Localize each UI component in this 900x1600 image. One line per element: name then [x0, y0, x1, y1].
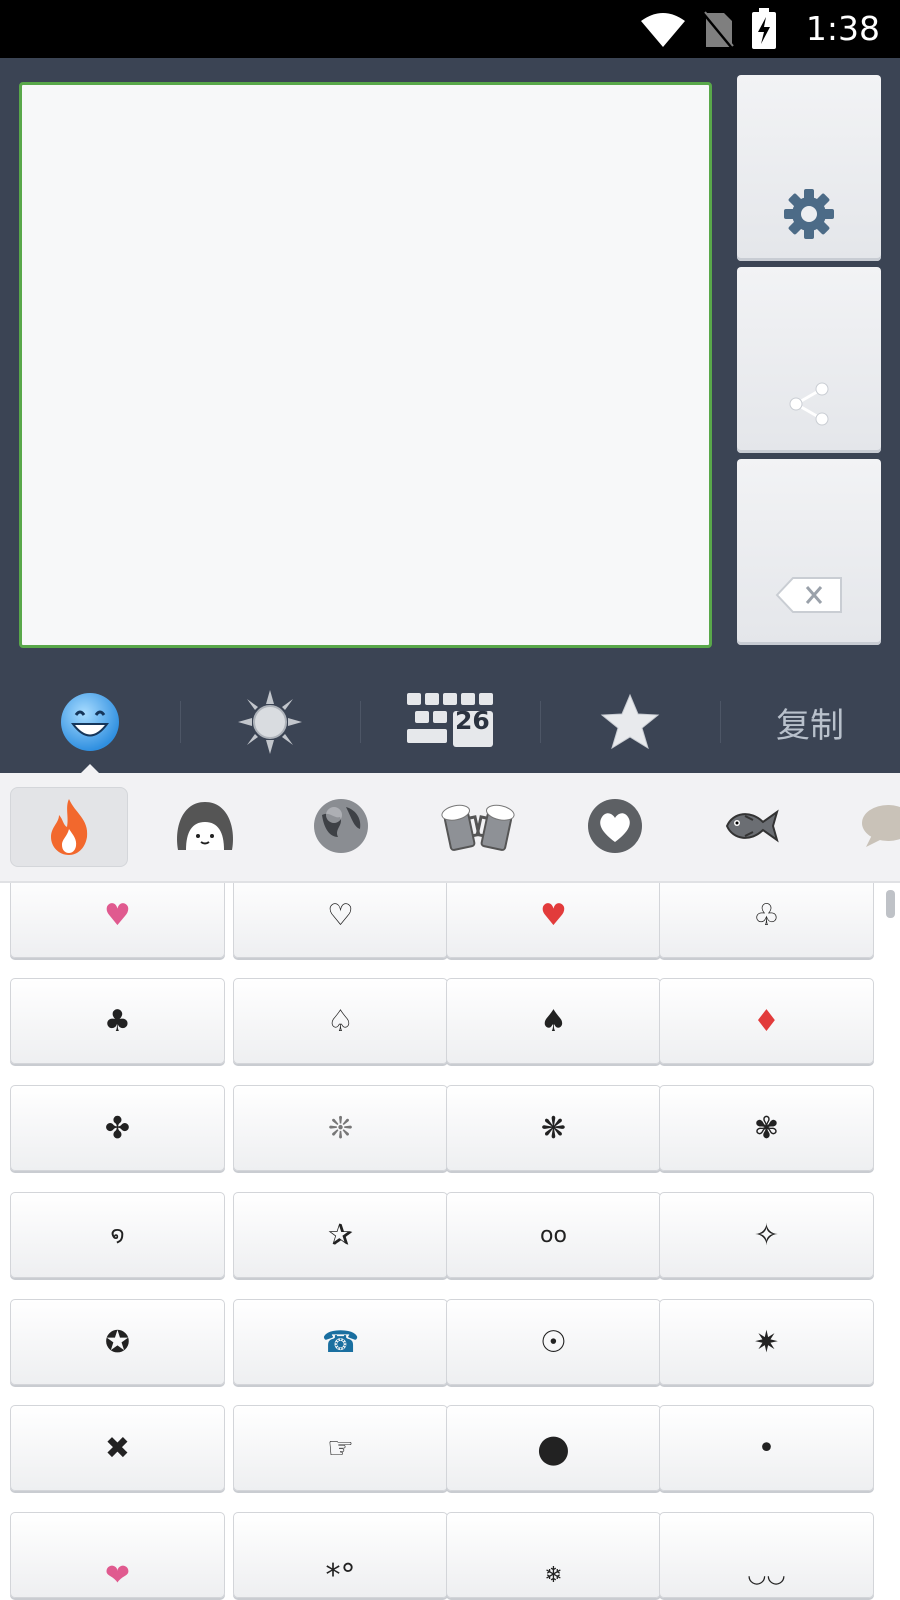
symbol-glyph: ❋	[540, 1110, 567, 1146]
symbol-key[interactable]: ✧	[659, 1192, 874, 1278]
symbol-key[interactable]: ✤	[10, 1085, 225, 1171]
globe-icon	[314, 799, 368, 853]
status-bar: 1:38	[0, 0, 900, 58]
beer-mugs-icon	[441, 804, 515, 851]
symbol-glyph: ♡	[327, 897, 354, 933]
category-strip	[0, 773, 900, 883]
symbol-grid: ♥ ♡ ♥ ♧ ♣ ♤ ♠ ♦ ✤ ❊ ❋ ✾ ໑ ✰ oo ✧ ✪ ☎ ☉ ✷…	[0, 883, 900, 1600]
girl-face-icon	[177, 802, 233, 850]
backspace-icon	[775, 577, 842, 613]
symbol-glyph: ●	[536, 1426, 571, 1470]
no-sim-icon	[702, 11, 734, 49]
symbol-glyph: ✰	[327, 1217, 354, 1253]
gear-icon	[784, 189, 834, 239]
symbol-key[interactable]: ✾	[659, 1085, 874, 1171]
symbol-glyph: ✧	[753, 1217, 780, 1253]
symbol-glyph: oo	[540, 1222, 567, 1248]
symbol-key[interactable]: ✷	[659, 1299, 874, 1385]
symbol-glyph: ♥	[540, 897, 567, 933]
symbol-key[interactable]: ☞	[233, 1405, 448, 1491]
tab-symbols[interactable]	[180, 671, 360, 773]
symbol-key[interactable]: ♣	[10, 978, 225, 1064]
category-kaomoji[interactable]	[147, 787, 263, 865]
symbol-glyph: ໑	[110, 1222, 125, 1248]
symbol-key[interactable]: ✪	[10, 1299, 225, 1385]
category-love[interactable]	[557, 787, 673, 865]
settings-button[interactable]	[737, 75, 881, 261]
heart-ring-icon	[588, 799, 642, 853]
clock: 1:38	[805, 9, 880, 48]
fish-icon	[725, 809, 779, 843]
mode-toolbar: 26 复制	[0, 671, 900, 773]
symbol-key[interactable]: ♠	[446, 978, 661, 1064]
symbol-key[interactable]: oo	[446, 1192, 661, 1278]
symbol-glyph: ◡◡	[747, 1562, 786, 1588]
symbol-glyph: ✖	[104, 1430, 131, 1466]
category-celebration[interactable]	[420, 787, 536, 865]
symbol-key[interactable]: ●	[446, 1405, 661, 1491]
tab-keyboard[interactable]: 26	[360, 671, 540, 773]
symbol-key[interactable]: ♡	[233, 883, 448, 958]
symbol-glyph: *°	[325, 1557, 356, 1593]
category-animals[interactable]	[693, 787, 809, 865]
scrollbar[interactable]	[886, 890, 895, 918]
symbol-glyph: ♤	[327, 1003, 354, 1039]
fire-icon	[51, 799, 88, 855]
symbol-key[interactable]: ☎	[233, 1299, 448, 1385]
symbol-key[interactable]: ☉	[446, 1299, 661, 1385]
symbol-glyph: ✪	[104, 1324, 131, 1360]
category-world[interactable]	[283, 787, 399, 865]
symbol-key[interactable]: ◡◡	[659, 1512, 874, 1598]
symbol-key[interactable]: ✖	[10, 1405, 225, 1491]
tab-favorites[interactable]	[540, 671, 720, 773]
symbol-glyph: ☎	[321, 1324, 360, 1360]
symbol-key[interactable]: ❤	[10, 1512, 225, 1598]
smiley-icon	[61, 693, 119, 751]
battery-charging-icon	[752, 8, 776, 49]
symbol-glyph: ✷	[753, 1324, 780, 1360]
symbol-key[interactable]: ♤	[233, 978, 448, 1064]
symbol-glyph: ❄	[544, 1562, 563, 1588]
symbol-key[interactable]: ♦	[659, 978, 874, 1064]
symbol-glyph: ♣	[104, 1003, 131, 1039]
symbol-key[interactable]: ♥	[10, 883, 225, 958]
speech-bubble-icon	[862, 805, 900, 847]
share-icon	[789, 382, 829, 426]
sun-icon	[238, 690, 302, 754]
symbol-key[interactable]: ❋	[446, 1085, 661, 1171]
symbol-glyph: ☉	[540, 1324, 567, 1360]
copy-button[interactable]: 复制	[720, 671, 900, 773]
symbol-glyph: ✾	[753, 1110, 780, 1146]
category-hot[interactable]	[10, 787, 128, 867]
wifi-icon	[641, 13, 685, 47]
category-chat[interactable]	[830, 787, 900, 865]
symbol-key[interactable]: ✰	[233, 1192, 448, 1278]
symbol-key[interactable]: ♧	[659, 883, 874, 958]
symbol-key[interactable]: ❊	[233, 1085, 448, 1171]
symbol-key[interactable]: •	[659, 1405, 874, 1491]
symbol-key[interactable]: ♥	[446, 883, 661, 958]
symbol-key[interactable]: *°	[233, 1512, 448, 1598]
symbol-glyph: ✤	[104, 1110, 131, 1146]
tab-emoji[interactable]	[0, 671, 180, 773]
share-button[interactable]	[737, 267, 881, 453]
symbol-glyph: ♠	[540, 1003, 567, 1039]
keyboard-badge: 26	[455, 706, 490, 735]
copy-label: 复制	[776, 705, 844, 746]
symbol-glyph: ❤	[104, 1557, 131, 1593]
star-icon	[600, 693, 660, 750]
symbol-glyph: ♦	[753, 1003, 780, 1039]
symbol-glyph: ☞	[327, 1430, 354, 1466]
symbol-key[interactable]: ໑	[10, 1192, 225, 1278]
text-input-area[interactable]	[19, 82, 712, 648]
symbol-glyph: ♧	[753, 897, 780, 933]
symbol-glyph: ♥	[104, 897, 131, 933]
symbol-glyph: ❊	[327, 1110, 354, 1146]
symbol-glyph: •	[757, 1430, 776, 1466]
backspace-button[interactable]	[737, 459, 881, 645]
symbol-key[interactable]: ❄	[446, 1512, 661, 1598]
